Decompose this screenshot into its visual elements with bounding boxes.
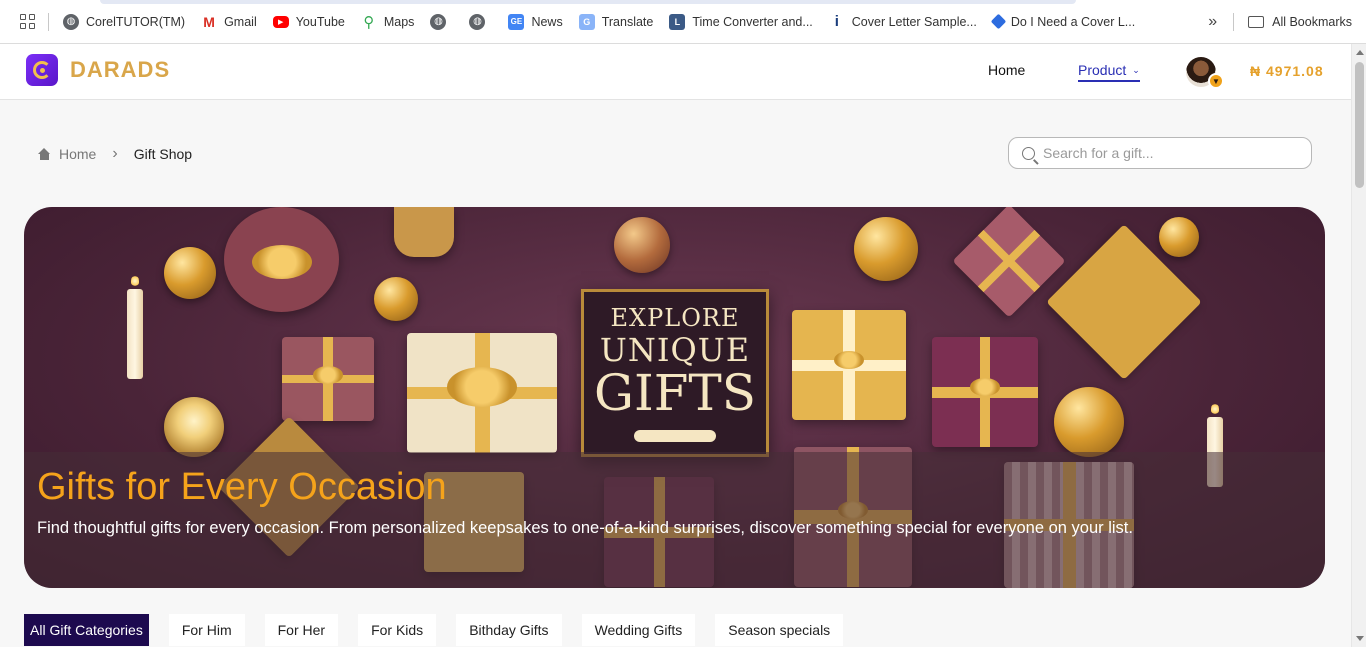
bookmark-label: Gmail [224,14,257,29]
bookmark-globe-2[interactable]: ◍ [469,13,492,30]
logo-text[interactable]: DARADS [70,57,170,83]
gmail-icon: M [203,13,215,30]
chevron-down-icon: ⌄ [1132,64,1140,75]
globe-icon: ◍ [430,13,447,30]
tab-season-specials[interactable]: Season specials [715,614,844,646]
bookmarks-divider [48,12,49,31]
ornament-decoration [164,247,216,299]
ornament-decoration [374,277,418,321]
explore-unique-gifts-sign: EXPLORE UNIQUE GIFTS [581,289,769,457]
category-tabs: All Gift Categories For Him For Her For … [24,614,863,646]
chevron-down-icon[interactable]: ▼ [1208,73,1224,89]
gift-box-decoration [282,337,374,421]
gift-box-decoration [224,207,339,312]
bookmarks-divider [1233,13,1235,31]
google-translate-icon: G [578,13,595,30]
folder-icon [1248,16,1265,28]
logo-icon[interactable] [26,54,58,86]
sign-line-1: EXPLORE [610,304,740,332]
tab-for-him[interactable]: For Him [168,614,245,646]
globe-icon: ◍ [469,13,486,30]
bookmark-coreltutor[interactable]: ◍ CorelTUTOR(TM) [63,13,186,30]
bookmark-label: News [531,14,563,29]
tab-for-kids[interactable]: For Kids [358,614,437,646]
tab-for-her[interactable]: For Her [264,614,339,646]
breadcrumb: Home › Gift Shop [38,145,192,163]
bookmarks-bar: ◍ CorelTUTOR(TM) M Gmail ▶ YouTube ⚲ Map… [0,0,1366,44]
ornament-decoration [614,217,670,273]
nav-product-dropdown[interactable]: Product ⌄ [1078,62,1140,82]
gift-box-decoration [792,310,906,420]
address-bar-edge [100,0,1076,4]
candle-decoration [127,275,143,379]
bookmark-label: Do I Need a Cover L... [1010,14,1136,29]
sign-tag-decoration [634,430,716,442]
home-icon [38,148,51,160]
bookmark-label: Translate [601,14,654,29]
google-news-icon: GE [508,13,525,30]
ornament-decoration [1054,387,1124,457]
scroll-down-arrow-icon[interactable] [1356,636,1364,641]
chevron-right-icon: › [112,145,118,162]
scroll-up-arrow-icon[interactable] [1356,50,1364,55]
nav-home-link[interactable]: Home [988,62,1025,78]
sign-line-2: UNIQUE [599,331,751,369]
ornament-decoration [854,217,918,281]
bookmark-label: Cover Letter Sample... [851,14,977,29]
bookmark-label: YouTube [295,14,345,29]
page-scrollbar[interactable] [1351,44,1366,647]
bookmark-label: CorelTUTOR(TM) [86,14,186,29]
tab-birthday-gifts[interactable]: Bithday Gifts [456,614,562,646]
tab-all-gift-categories[interactable]: All Gift Categories [24,614,149,646]
hero-title: Gifts for Every Occasion [37,466,447,508]
time-converter-icon: L [669,13,686,30]
bookmark-label: Maps [383,14,415,29]
search-input[interactable] [1043,145,1293,161]
maps-pin-icon: ⚲ [363,13,375,31]
candle-holder-decoration [164,397,224,457]
bookmark-time-converter[interactable]: L Time Converter and... [669,13,813,30]
wallet-balance: ₦ 4971.08 [1250,63,1324,79]
bookmark-cover-letter-need[interactable]: Do I Need a Cover L... [990,13,1136,30]
bookmark-youtube[interactable]: ▶ YouTube [272,14,345,29]
bookmark-maps[interactable]: ⚲ Maps [361,13,415,31]
bookmark-news[interactable]: GE News [508,13,563,30]
globe-icon: ◍ [63,13,79,30]
sign-line-3: GIFTS [594,364,756,422]
hero-banner: EXPLORE UNIQUE GIFTS Gifts for Every Occ… [24,207,1325,588]
breadcrumb-current: Gift Shop [133,146,193,162]
bookmarks-right-group: » All Bookmarks [1208,0,1352,44]
gift-box-decoration [407,333,557,453]
gift-box-decoration [394,207,454,257]
ornament-decoration [1159,217,1199,257]
tab-wedding-gifts[interactable]: Wedding Gifts [581,614,696,646]
bookmark-label: Time Converter and... [692,14,813,29]
bookmark-globe-1[interactable]: ◍ [430,13,453,30]
bookmark-cover-letter-sample[interactable]: i Cover Letter Sample... [829,13,977,30]
bookmark-site-icon [990,13,1007,30]
gift-search-box[interactable] [1008,137,1312,169]
gift-box-decoration [932,337,1038,447]
bookmark-translate[interactable]: G Translate [578,13,654,30]
info-icon: i [834,13,839,30]
scrollbar-thumb[interactable] [1355,62,1364,188]
youtube-icon: ▶ [272,15,289,28]
search-icon [1022,146,1035,160]
hero-description: Find thoughtful gifts for every occasion… [37,519,1133,537]
apps-grid-icon[interactable] [18,13,36,31]
breadcrumb-home-link[interactable]: Home [59,146,96,162]
site-header: DARADS Home Product ⌄ ▼ ₦ 4971.08 [0,44,1351,100]
all-bookmarks-button[interactable]: All Bookmarks [1272,15,1352,29]
bookmark-gmail[interactable]: M Gmail [201,14,257,30]
more-bookmarks-chevron-icon[interactable]: » [1208,13,1217,31]
nav-product-label: Product [1078,62,1127,78]
